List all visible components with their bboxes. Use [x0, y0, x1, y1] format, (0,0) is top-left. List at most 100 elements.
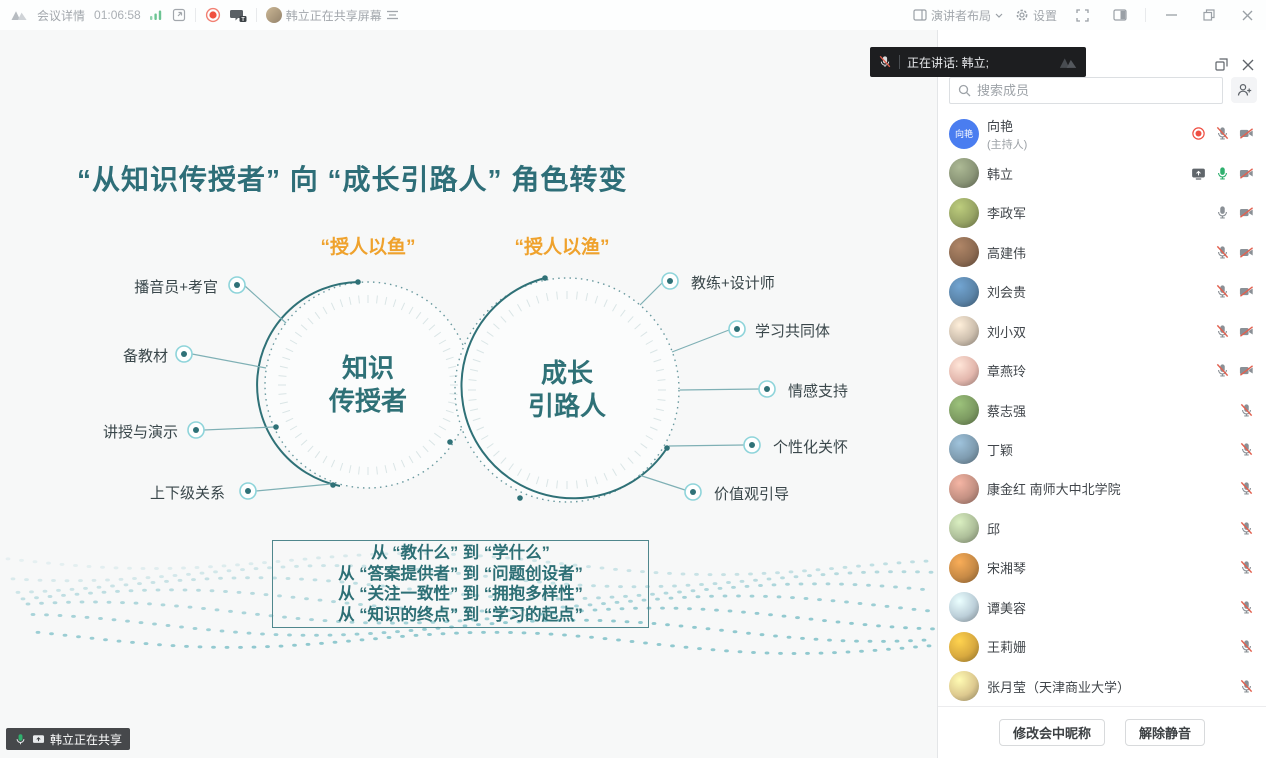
caption-lock-icon[interactable]: T [230, 8, 247, 23]
member-row[interactable]: 宋湘琴 [938, 548, 1266, 587]
minimize-button[interactable] [1158, 2, 1184, 28]
member-avatar [949, 474, 979, 504]
settings-label: 设置 [1033, 7, 1057, 24]
left-circle-title: 知识传授者 [329, 352, 407, 418]
member-avatar [949, 395, 979, 425]
panel-footer: 修改会中昵称 解除静音 [938, 706, 1266, 758]
member-avatar [949, 553, 979, 583]
speaking-toast-text: 正在讲话: 韩立; [907, 54, 989, 71]
signal-icon[interactable] [150, 9, 163, 21]
member-row[interactable]: 高建伟 [938, 232, 1266, 271]
watermark-logo-icon [1058, 56, 1078, 69]
mic-muted-icon [1239, 442, 1254, 457]
add-member-icon [1237, 83, 1252, 97]
slide-title: “从知识传授者” 向 “成长引路人” 角色转变 [77, 158, 627, 198]
member-row[interactable]: 谭美容 [938, 588, 1266, 627]
mic-muted-icon [1215, 324, 1230, 339]
tag-left: “授人以鱼” [320, 232, 415, 259]
meeting-details-button[interactable]: 会议详情 [37, 7, 85, 24]
cam-off-icon [1239, 284, 1254, 299]
mic-muted-icon [878, 55, 892, 69]
mic-muted-icon [1239, 639, 1254, 654]
recording-indicator-icon[interactable] [205, 7, 221, 23]
member-row[interactable]: 张月莹（天津商业大学） [938, 667, 1266, 706]
fullscreen-button[interactable] [1069, 2, 1095, 28]
member-status-icons [1239, 403, 1254, 418]
member-status-icons [1191, 126, 1254, 141]
right-item-label: 价值观引导 [714, 483, 789, 504]
member-status-icons [1239, 639, 1254, 654]
member-row[interactable]: 韩立 [938, 153, 1266, 192]
popout-icon[interactable] [172, 8, 186, 22]
speaking-toast: 正在讲话: 韩立; [870, 47, 1086, 77]
member-name: 王莉姗 [987, 637, 1026, 656]
meeting-details-label: 会议详情 [37, 7, 85, 24]
sharing-status-label: 韩立正在共享屏幕 [286, 7, 382, 24]
member-name: 章燕玲 [987, 361, 1026, 380]
mic-muted-icon [1239, 679, 1254, 694]
member-avatar [949, 671, 979, 701]
search-box[interactable] [949, 77, 1223, 104]
member-status-icons [1239, 442, 1254, 457]
right-item-label: 学习共同体 [755, 320, 830, 341]
mic-muted-icon [1215, 245, 1230, 260]
member-name: 张月莹（天津商业大学） [987, 677, 1130, 696]
member-avatar [949, 198, 979, 228]
left-item-label: 讲授与演示 [103, 421, 178, 442]
mic-idle-icon [1215, 205, 1230, 220]
member-row[interactable]: 刘会贵 [938, 272, 1266, 311]
member-status-icons [1239, 481, 1254, 496]
cam-off-icon [1239, 324, 1254, 339]
minimize-icon [1166, 14, 1177, 16]
share-screen-icon [32, 733, 45, 746]
panel-popout-icon[interactable] [1215, 58, 1228, 71]
meeting-window: 会议详情 01:06:58 T 韩立正在共享屏幕 [0, 0, 1266, 758]
left-item-label: 备教材 [123, 345, 168, 366]
search-icon [958, 84, 971, 97]
member-status-icons [1239, 600, 1254, 615]
member-row[interactable]: 丁颖 [938, 430, 1266, 469]
member-row[interactable]: 王莉姗 [938, 627, 1266, 666]
member-avatar [949, 316, 979, 346]
member-row[interactable]: 刘小双 [938, 311, 1266, 350]
member-row[interactable]: 向艳 向艳 (主持人) [938, 114, 1266, 153]
layout-icon [913, 9, 927, 21]
mic-icon [14, 733, 27, 746]
sharing-badge[interactable]: 韩立正在共享 [6, 728, 130, 750]
member-avatar [949, 632, 979, 662]
list-icon[interactable] [386, 10, 399, 20]
side-panel-toggle[interactable] [1107, 2, 1133, 28]
member-name: 刘会贵 [987, 282, 1026, 301]
left-item-label: 上下级关系 [150, 482, 225, 503]
member-list: 向艳 向艳 (主持人) 韩立 李政军 高建伟 刘会贵 [938, 114, 1266, 706]
member-row[interactable]: 康金红 南师大中北学院 [938, 469, 1266, 508]
layout-selector[interactable]: 演讲者布局 [913, 7, 1003, 24]
titlebar: 会议详情 01:06:58 T 韩立正在共享屏幕 [0, 0, 1266, 30]
member-avatar [949, 513, 979, 543]
member-status-icons [1215, 245, 1254, 260]
member-name: 蔡志强 [987, 401, 1026, 420]
cam-off-icon [1239, 126, 1254, 141]
mic-muted-icon [1239, 481, 1254, 496]
member-name: 宋湘琴 [987, 558, 1026, 577]
add-member-button[interactable] [1231, 77, 1257, 103]
cam-off-icon [1239, 205, 1254, 220]
side-panel-icon [1113, 9, 1127, 21]
mic-muted-icon [1215, 363, 1230, 378]
member-row[interactable]: 邱 [938, 509, 1266, 548]
unmute-button[interactable]: 解除静音 [1125, 719, 1205, 746]
member-name: 康金红 南师大中北学院 [987, 479, 1121, 498]
member-row[interactable]: 章燕玲 [938, 351, 1266, 390]
search-input[interactable] [977, 83, 1214, 98]
fullscreen-icon [1076, 9, 1089, 22]
member-avatar: 向艳 [949, 119, 979, 149]
maximize-button[interactable] [1196, 2, 1222, 28]
rename-button[interactable]: 修改会中昵称 [999, 719, 1105, 746]
settings-button[interactable]: 设置 [1015, 7, 1057, 24]
layout-label: 演讲者布局 [931, 7, 991, 24]
close-button[interactable] [1234, 2, 1260, 28]
member-row[interactable]: 蔡志强 [938, 390, 1266, 429]
meeting-timer: 01:06:58 [94, 8, 141, 22]
member-row[interactable]: 李政军 [938, 193, 1266, 232]
panel-close-icon[interactable] [1242, 59, 1254, 71]
